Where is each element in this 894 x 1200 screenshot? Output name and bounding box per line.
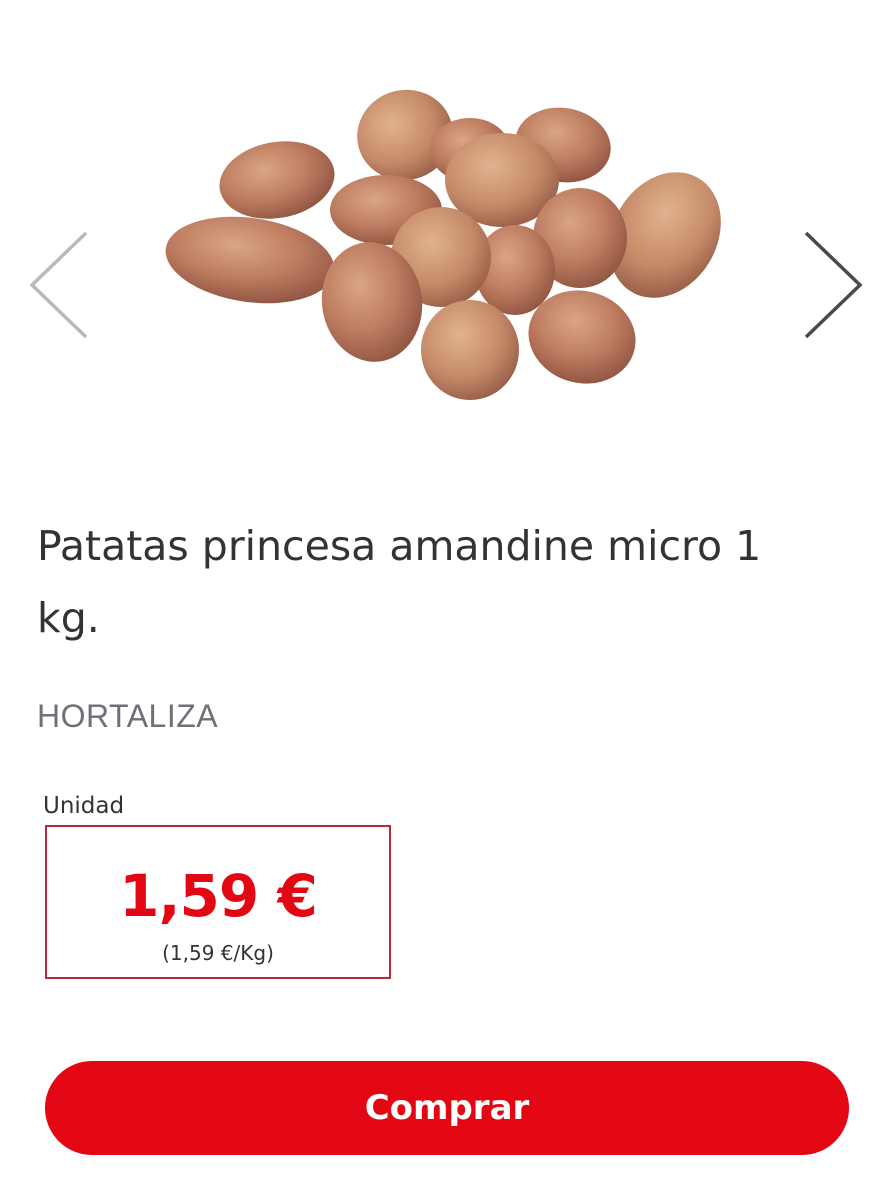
- product-category: HORTALIZA: [37, 698, 219, 734]
- product-page: Patatas princesa amandine micro 1 kg. HO…: [0, 0, 894, 1200]
- image-carousel: [0, 0, 894, 440]
- buy-button[interactable]: Comprar: [45, 1061, 849, 1155]
- unit-price: 1,59 €: [119, 862, 318, 930]
- price-per-kg: (1,59 €/Kg): [162, 941, 274, 965]
- unit-label: Unidad: [43, 793, 125, 819]
- product-title: Patatas princesa amandine micro 1 kg.: [37, 522, 762, 642]
- price-box[interactable]: 1,59 € (1,59 €/Kg): [45, 825, 391, 979]
- chevron-right-icon[interactable]: [798, 225, 868, 345]
- chevron-left-icon[interactable]: [22, 225, 92, 345]
- product-image: [165, 89, 721, 400]
